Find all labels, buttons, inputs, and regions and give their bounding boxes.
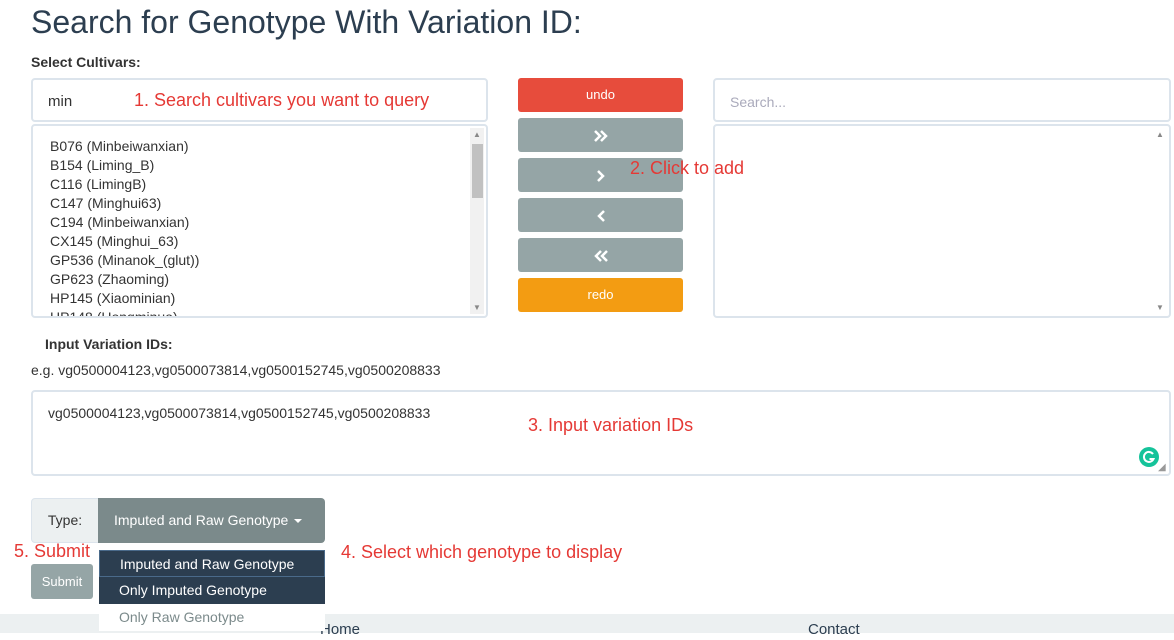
page-title: Search for Genotype With Variation ID: <box>31 4 582 40</box>
list-item[interactable]: CX145 (Minghui_63) <box>50 232 199 251</box>
list-item[interactable]: C116 (LimingB) <box>50 175 199 194</box>
annotation-step-2: 2. Click to add <box>630 158 745 178</box>
dropdown-option[interactable]: Only Raw Genotype <box>99 604 325 631</box>
list-scrollbar[interactable]: ▲ ▼ <box>470 128 484 314</box>
annotation-step-4: 4. Select which genotype to display <box>341 542 623 562</box>
footer-contact-link[interactable]: Contact <box>808 621 860 638</box>
type-label: Type: <box>31 498 99 543</box>
list-item[interactable]: HP148 (Hongminuo) <box>50 308 199 316</box>
scroll-down-icon[interactable]: ▼ <box>473 303 481 312</box>
scroll-down-icon[interactable]: ▼ <box>1156 303 1164 312</box>
resize-handle-icon[interactable]: ◢ <box>1158 462 1166 473</box>
chevron-left-icon <box>596 209 605 222</box>
undo-button[interactable]: undo <box>518 78 683 112</box>
list-item[interactable]: C194 (Minbeiwanxian) <box>50 213 199 232</box>
select-cultivars-label: Select Cultivars: <box>31 54 141 70</box>
list-item[interactable]: HP145 (Xiaominian) <box>50 289 199 308</box>
genotype-type-menu[interactable]: Imputed and Raw Genotype Only Imputed Ge… <box>99 550 325 640</box>
annotation-step-3: 3. Input variation IDs <box>528 415 694 435</box>
genotype-type-dropdown[interactable]: Imputed and Raw Genotype <box>98 498 325 543</box>
annotation-step-5: 5. Submit <box>14 541 91 561</box>
footer-home-link[interactable]: Home <box>320 621 360 638</box>
add-all-button[interactable] <box>518 118 683 152</box>
selected-search-input[interactable]: Search... <box>713 78 1171 122</box>
annotation-step-1: 1. Search cultivars you want to query <box>134 90 430 110</box>
remove-all-button[interactable] <box>518 238 683 272</box>
list-item[interactable]: C147 (Minghui63) <box>50 194 199 213</box>
list-item[interactable]: B154 (Liming_B) <box>50 156 199 175</box>
submit-button[interactable]: Submit <box>31 564 93 599</box>
caret-down-icon <box>294 519 303 524</box>
scroll-up-icon[interactable]: ▲ <box>1156 130 1164 139</box>
double-chevron-right-icon <box>593 129 608 142</box>
chevron-right-icon <box>596 169 605 182</box>
double-chevron-left-icon <box>593 249 608 262</box>
list-item[interactable]: GP536 (Minanok_(glut)) <box>50 251 199 270</box>
variation-ids-label: Input Variation IDs: <box>45 336 173 352</box>
variation-ids-example: e.g. vg0500004123,vg0500073814,vg0500152… <box>31 362 441 378</box>
cultivar-selected-list[interactable]: ▲ ▼ <box>713 124 1171 318</box>
grammarly-icon[interactable] <box>1139 447 1159 467</box>
dropdown-option[interactable]: Imputed and Raw Genotype <box>99 550 325 577</box>
list-scrollbar[interactable]: ▲ ▼ <box>1153 128 1167 314</box>
scroll-thumb[interactable] <box>472 144 483 198</box>
list-item[interactable]: B076 (Minbeiwanxian) <box>50 137 199 156</box>
list-item[interactable]: GP623 (Zhaoming) <box>50 270 199 289</box>
cultivar-available-list[interactable]: B076 (Minbeiwanxian) B154 (Liming_B) C11… <box>31 124 488 318</box>
redo-button[interactable]: redo <box>518 278 683 312</box>
scroll-up-icon[interactable]: ▲ <box>473 130 481 139</box>
remove-selected-button[interactable] <box>518 198 683 232</box>
dropdown-option[interactable]: Only Imputed Genotype <box>99 577 325 604</box>
selected-type-value: Imputed and Raw Genotype <box>114 512 289 528</box>
